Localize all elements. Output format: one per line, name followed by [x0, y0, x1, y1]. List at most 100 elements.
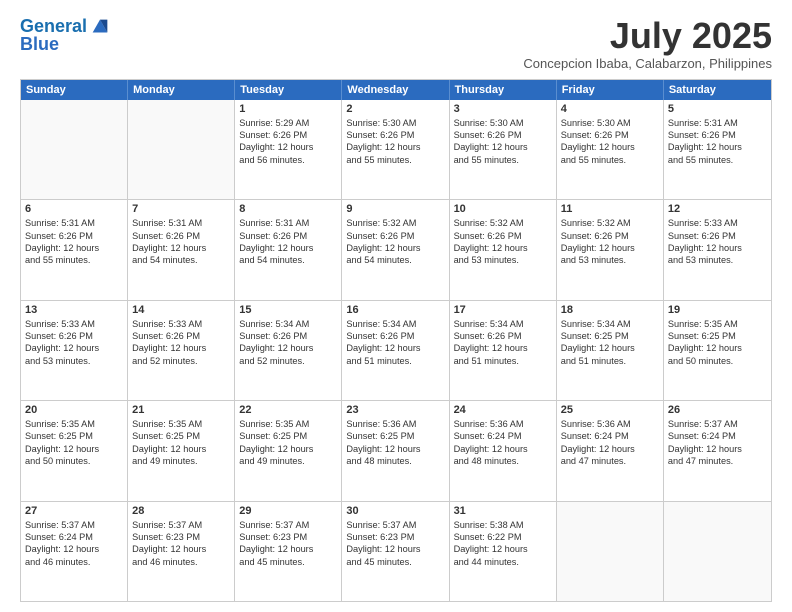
day-number: 29 — [239, 505, 337, 517]
cell-info-line: and 51 minutes. — [346, 355, 444, 367]
cell-info-line: Daylight: 12 hours — [454, 342, 552, 354]
cell-info-line: Daylight: 12 hours — [239, 242, 337, 254]
cell-info-line: Daylight: 12 hours — [454, 242, 552, 254]
day-number: 23 — [346, 404, 444, 416]
cell-info-line: and 52 minutes. — [239, 355, 337, 367]
cell-info-line: Sunset: 6:26 PM — [346, 129, 444, 141]
calendar-cell: 27Sunrise: 5:37 AMSunset: 6:24 PMDayligh… — [21, 502, 128, 601]
calendar-cell: 10Sunrise: 5:32 AMSunset: 6:26 PMDayligh… — [450, 200, 557, 299]
cell-info-line: and 55 minutes. — [25, 254, 123, 266]
day-number: 11 — [561, 203, 659, 215]
day-number: 27 — [25, 505, 123, 517]
day-number: 19 — [668, 304, 767, 316]
cell-info-line: Sunset: 6:26 PM — [561, 230, 659, 242]
header-cell-monday: Monday — [128, 80, 235, 100]
cell-info-line: Daylight: 12 hours — [346, 242, 444, 254]
cell-info-line: Daylight: 12 hours — [25, 443, 123, 455]
cell-info-line: Daylight: 12 hours — [25, 342, 123, 354]
calendar-cell: 21Sunrise: 5:35 AMSunset: 6:25 PMDayligh… — [128, 401, 235, 500]
cell-info-line: Sunset: 6:25 PM — [239, 430, 337, 442]
cell-info-line: Sunset: 6:24 PM — [668, 430, 767, 442]
cell-info-line: Daylight: 12 hours — [132, 443, 230, 455]
cell-info-line: Sunrise: 5:30 AM — [561, 117, 659, 129]
cell-info-line: and 53 minutes. — [668, 254, 767, 266]
cell-info-line: and 51 minutes. — [454, 355, 552, 367]
cell-info-line: Daylight: 12 hours — [668, 141, 767, 153]
cell-info-line: Sunrise: 5:33 AM — [668, 217, 767, 229]
cell-info-line: Daylight: 12 hours — [668, 443, 767, 455]
cell-info-line: Sunset: 6:26 PM — [561, 129, 659, 141]
calendar-cell: 12Sunrise: 5:33 AMSunset: 6:26 PMDayligh… — [664, 200, 771, 299]
cell-info-line: Sunset: 6:26 PM — [346, 230, 444, 242]
cell-info-line: Sunset: 6:26 PM — [239, 129, 337, 141]
day-number: 22 — [239, 404, 337, 416]
cell-info-line: and 48 minutes. — [346, 455, 444, 467]
cell-info-line: Sunset: 6:26 PM — [25, 230, 123, 242]
cell-info-line: Sunrise: 5:37 AM — [132, 519, 230, 531]
calendar-cell: 11Sunrise: 5:32 AMSunset: 6:26 PMDayligh… — [557, 200, 664, 299]
cell-info-line: Sunrise: 5:36 AM — [561, 418, 659, 430]
cell-info-line: Sunset: 6:26 PM — [132, 330, 230, 342]
calendar-cell: 22Sunrise: 5:35 AMSunset: 6:25 PMDayligh… — [235, 401, 342, 500]
cell-info-line: Daylight: 12 hours — [454, 141, 552, 153]
cell-info-line: Sunrise: 5:31 AM — [25, 217, 123, 229]
calendar-cell — [21, 100, 128, 199]
day-number: 10 — [454, 203, 552, 215]
cell-info-line: Sunrise: 5:34 AM — [346, 318, 444, 330]
cell-info-line: Sunset: 6:23 PM — [346, 531, 444, 543]
cell-info-line: Sunrise: 5:29 AM — [239, 117, 337, 129]
cell-info-line: and 47 minutes. — [561, 455, 659, 467]
calendar-cell: 16Sunrise: 5:34 AMSunset: 6:26 PMDayligh… — [342, 301, 449, 400]
cell-info-line: Sunset: 6:23 PM — [239, 531, 337, 543]
cell-info-line: Sunset: 6:26 PM — [454, 330, 552, 342]
cell-info-line: and 53 minutes. — [561, 254, 659, 266]
calendar-cell: 14Sunrise: 5:33 AMSunset: 6:26 PMDayligh… — [128, 301, 235, 400]
cell-info-line: Sunset: 6:26 PM — [239, 330, 337, 342]
calendar-header: SundayMondayTuesdayWednesdayThursdayFrid… — [21, 80, 771, 100]
cell-info-line: Sunrise: 5:32 AM — [346, 217, 444, 229]
day-number: 16 — [346, 304, 444, 316]
cell-info-line: Sunrise: 5:31 AM — [668, 117, 767, 129]
cell-info-line: Sunset: 6:26 PM — [25, 330, 123, 342]
day-number: 20 — [25, 404, 123, 416]
cell-info-line: and 55 minutes. — [346, 154, 444, 166]
calendar-cell: 9Sunrise: 5:32 AMSunset: 6:26 PMDaylight… — [342, 200, 449, 299]
cell-info-line: and 54 minutes. — [346, 254, 444, 266]
calendar-cell — [557, 502, 664, 601]
cell-info-line: Daylight: 12 hours — [132, 242, 230, 254]
cell-info-line: Daylight: 12 hours — [561, 443, 659, 455]
cell-info-line: Sunrise: 5:37 AM — [668, 418, 767, 430]
cell-info-line: Sunrise: 5:33 AM — [25, 318, 123, 330]
logo-icon — [89, 16, 111, 38]
cell-info-line: and 46 minutes. — [25, 556, 123, 568]
cell-info-line: and 49 minutes. — [132, 455, 230, 467]
cell-info-line: Daylight: 12 hours — [454, 543, 552, 555]
day-number: 24 — [454, 404, 552, 416]
cell-info-line: Sunset: 6:26 PM — [454, 230, 552, 242]
calendar-row-3: 20 Sunrise: 5:35 AM Sunset: 6:25 PM Dayligh… — [21, 400, 771, 500]
cell-info-line: Sunset: 6:24 PM — [454, 430, 552, 442]
day-number: 8 — [239, 203, 337, 215]
cell-info-line: Sunset: 6:23 PM — [132, 531, 230, 543]
cell-info-line: Sunrise: 5:30 AM — [346, 117, 444, 129]
cell-info-line: Sunrise: 5:37 AM — [346, 519, 444, 531]
cell-info-line: Daylight: 12 hours — [561, 242, 659, 254]
cell-info-line: and 48 minutes. — [454, 455, 552, 467]
calendar-cell: 29Sunrise: 5:37 AMSunset: 6:23 PMDayligh… — [235, 502, 342, 601]
cell-info-line: and 45 minutes. — [346, 556, 444, 568]
cell-info-line: and 53 minutes. — [25, 355, 123, 367]
calendar-cell: 3Sunrise: 5:30 AMSunset: 6:26 PMDaylight… — [450, 100, 557, 199]
cell-info-line: Sunrise: 5:36 AM — [454, 418, 552, 430]
header-cell-sunday: Sunday — [21, 80, 128, 100]
title-block: July 2025 Concepcion Ibaba, Calabarzon, … — [523, 16, 772, 71]
cell-info-line: Sunrise: 5:35 AM — [25, 418, 123, 430]
page: General Blue July 2025 Concepcion Ibaba,… — [0, 0, 792, 612]
cell-info-line: Daylight: 12 hours — [239, 141, 337, 153]
header: General Blue July 2025 Concepcion Ibaba,… — [20, 16, 772, 71]
cell-info-line: and 49 minutes. — [239, 455, 337, 467]
cell-info-line: Sunset: 6:25 PM — [668, 330, 767, 342]
month-title: July 2025 — [523, 16, 772, 56]
day-number: 12 — [668, 203, 767, 215]
cell-info-line: Sunset: 6:26 PM — [346, 330, 444, 342]
cell-info-line: and 44 minutes. — [454, 556, 552, 568]
